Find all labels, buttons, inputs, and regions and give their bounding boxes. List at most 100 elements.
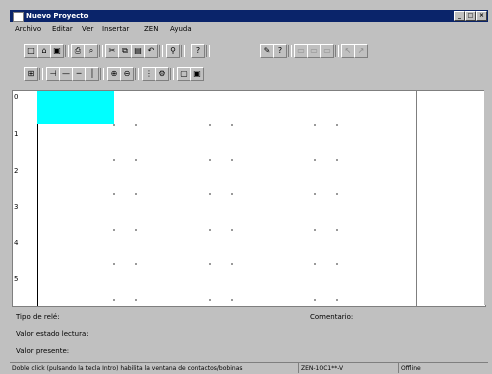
disabled-3-icon[interactable]: ▭ [320, 44, 334, 58]
page-2-icon[interactable]: ▣ [190, 67, 204, 81]
toolbar-separator [288, 45, 292, 57]
grid-dot [209, 299, 211, 301]
grid-dot [209, 263, 211, 265]
grid-dot [314, 229, 316, 231]
grid-dot [135, 229, 137, 231]
grid-dot [135, 193, 137, 195]
grid-dot [336, 263, 338, 265]
help-icon[interactable]: ? [191, 44, 205, 58]
menu-bar: Archivo Editar Ver Insertar ZEN Ayuda [10, 23, 488, 35]
help-context-icon[interactable]: ? [273, 44, 287, 58]
valor-presente-label: Valor presente: [16, 347, 70, 355]
grid-dot [135, 124, 137, 126]
grid-dot [113, 159, 115, 161]
minimize-button[interactable]: _ [454, 11, 465, 21]
drawing-toolbar: ⊞ ⊣ — ─ │ ⊕ ⊖ ⋮ ⚙ ▢ ▣ [24, 67, 254, 81]
grid-dot [314, 124, 316, 126]
toolbar-separator [100, 68, 104, 80]
grid-dot [135, 299, 137, 301]
grid-dot [231, 299, 233, 301]
maximize-button[interactable]: □ [465, 11, 476, 21]
grid-dot [231, 229, 233, 231]
valor-escrito-label: Valor estado lectura: [16, 330, 89, 338]
ladder-canvas[interactable]: 0 1 2 3 4 5 [12, 90, 417, 307]
grid-dot [113, 299, 115, 301]
disabled-1-icon[interactable]: ▭ [294, 44, 308, 58]
app-icon [13, 12, 24, 22]
toolbar-separator [65, 45, 69, 57]
disabled-2-icon[interactable]: ▭ [307, 44, 321, 58]
zoom-in-icon[interactable]: ⊕ [107, 67, 121, 81]
grid-dot [314, 299, 316, 301]
grid-dot [113, 263, 115, 265]
title-bar[interactable]: Nuevo Proyecto _ □ × [10, 10, 488, 22]
menu-archivo[interactable]: Archivo [15, 25, 41, 33]
toolbar-separator [39, 68, 43, 80]
grid-dot [135, 159, 137, 161]
grid-dot [113, 229, 115, 231]
tipo-rele-label: Tipo de relé: [16, 313, 60, 321]
select-icon[interactable]: ⊞ [24, 67, 38, 81]
save-icon[interactable]: ▣ [50, 44, 64, 58]
grid-dot [336, 124, 338, 126]
row-number: 0 [14, 93, 19, 101]
selection-cursor[interactable] [37, 91, 114, 124]
grid-dot [113, 124, 115, 126]
cut-icon[interactable]: ✂ [105, 44, 119, 58]
status-mode: Offline [398, 363, 441, 373]
menu-zen[interactable]: ZEN [144, 25, 158, 33]
new-document-icon[interactable]: □ [24, 44, 38, 58]
menu-ver[interactable]: Ver [82, 25, 93, 33]
find-icon[interactable]: ⚲ [166, 44, 180, 58]
zoom-out-icon[interactable]: ⊖ [120, 67, 134, 81]
paste-icon[interactable]: ▤ [131, 44, 145, 58]
grid-dot [314, 263, 316, 265]
row-number: 3 [14, 203, 19, 211]
status-hint: Doble click (pulsando la tecla Intro) ha… [12, 365, 243, 372]
contact-icon[interactable]: ⊣ [46, 67, 60, 81]
window-title: Nuevo Proyecto [26, 12, 89, 20]
toolbar-separator [206, 45, 210, 57]
undo-icon[interactable]: ↶ [144, 44, 158, 58]
row-ruler: 0 1 2 3 4 5 [13, 91, 38, 306]
disabled-4-icon[interactable]: ↖ [341, 44, 355, 58]
grid-dot [336, 193, 338, 195]
toolbar-separator [159, 45, 163, 57]
coil-column[interactable] [416, 90, 486, 307]
grid-dot [231, 193, 233, 195]
application-window: Nuevo Proyecto _ □ × Archivo Editar Ver … [0, 0, 492, 374]
comentario-label: Comentario: [310, 313, 354, 321]
menu-insertar[interactable]: Insertar [102, 25, 129, 33]
grid-dot [209, 193, 211, 195]
close-button[interactable]: × [476, 11, 487, 21]
grid-dot [209, 229, 211, 231]
toolbar-separator [170, 68, 174, 80]
page-icon[interactable]: ▢ [177, 67, 191, 81]
row-number: 5 [14, 275, 19, 283]
grid-dot [231, 263, 233, 265]
row-number: 2 [14, 167, 19, 175]
open-folder-icon[interactable]: ⌂ [37, 44, 51, 58]
grid-dot [336, 229, 338, 231]
disabled-5-icon[interactable]: ↗ [354, 44, 368, 58]
line-icon[interactable]: ─ [72, 67, 86, 81]
wire-icon[interactable]: — [59, 67, 73, 81]
grid-dot [209, 159, 211, 161]
grid-icon[interactable]: ⋮ [142, 67, 156, 81]
copy-icon[interactable]: ⧉ [118, 44, 132, 58]
grid-dot [231, 159, 233, 161]
grid-dot [209, 124, 211, 126]
menu-editar[interactable]: Editar [52, 25, 73, 33]
row-number: 1 [14, 130, 19, 138]
row-number: 4 [14, 239, 19, 247]
run-icon[interactable]: ⚙ [155, 67, 169, 81]
grid-dot [336, 299, 338, 301]
print-icon[interactable]: ⎙ [71, 44, 85, 58]
print-preview-icon[interactable]: ⌕ [84, 44, 98, 58]
vertical-line-icon[interactable]: │ [85, 67, 99, 81]
grid-dot [231, 124, 233, 126]
vertical-scrollbar[interactable] [484, 90, 492, 305]
standard-toolbar: □ ⌂ ▣ ⎙ ⌕ ✂ ⧉ ▤ ↶ ⚲ ? ✎ ? ▭ ▭ ▭ ↖ ↗ [24, 44, 404, 58]
settings-icon[interactable]: ✎ [260, 44, 274, 58]
menu-ayuda[interactable]: Ayuda [170, 25, 192, 33]
